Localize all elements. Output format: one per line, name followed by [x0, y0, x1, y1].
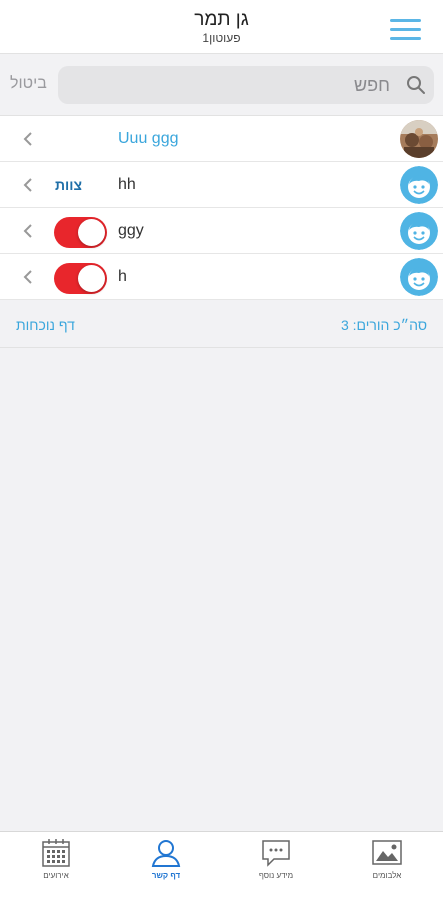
cancel-button[interactable]: ביטול — [10, 75, 47, 93]
header-titles: גן תמר פעוטון1 — [0, 9, 443, 45]
chevron-left-icon[interactable] — [22, 268, 34, 286]
page-subtitle: פעוטון1 — [202, 31, 241, 45]
child-face-icon — [400, 166, 438, 204]
list-item[interactable]: h — [0, 254, 443, 300]
person-icon — [151, 840, 181, 867]
hamburger-menu-icon[interactable] — [390, 19, 421, 41]
contact-name: ggy — [118, 222, 144, 239]
tab-label: דף קשר — [151, 871, 181, 880]
search-bar: ביטול — [0, 54, 443, 116]
child-face-icon — [400, 258, 438, 296]
approval-toggle[interactable] — [54, 217, 107, 248]
contact-name: h — [118, 268, 127, 285]
tab-events[interactable]: אירועים — [16, 838, 96, 880]
chat-icon — [262, 840, 290, 867]
page-title: גן תמר — [194, 9, 249, 30]
tab-label: מידע נוסף — [258, 871, 294, 880]
contact-name[interactable]: Uuu ggg — [118, 130, 179, 148]
tab-more-info[interactable]: מידע נוסף — [236, 838, 316, 880]
tab-label: אלבומים — [372, 871, 402, 880]
tab-contact-page[interactable]: דף קשר — [126, 838, 206, 880]
chevron-left-icon[interactable] — [22, 176, 34, 194]
search-icon — [407, 76, 425, 94]
tab-label: אירועים — [43, 871, 69, 880]
bottom-tab-bar: אלבומים מידע נוסף דף קשר אירועים — [0, 831, 443, 900]
attendance-link[interactable]: דף נוכחות — [16, 317, 75, 333]
staff-tag: צוות — [55, 177, 83, 193]
chevron-left-icon[interactable] — [22, 222, 34, 240]
photo-avatar — [400, 120, 438, 158]
approval-toggle[interactable] — [54, 263, 107, 294]
search-input[interactable] — [58, 66, 398, 104]
list-item[interactable]: hh צוות — [0, 162, 443, 208]
child-face-icon — [400, 212, 438, 250]
list-item[interactable]: Uuu ggg — [0, 116, 443, 162]
contact-name: hh — [118, 176, 136, 193]
tab-albums[interactable]: אלבומים — [347, 838, 427, 880]
parents-total: סה״כ הורים: 3 — [340, 317, 427, 333]
list-item[interactable]: ggy — [0, 208, 443, 254]
chevron-left-icon[interactable] — [22, 130, 34, 148]
contact-list: Uuu ggg hh צוות ggy h — [0, 116, 443, 300]
search-box[interactable] — [58, 66, 434, 104]
image-icon — [372, 840, 402, 865]
calendar-icon — [42, 839, 70, 867]
header-bar: גן תמר פעוטון1 — [0, 0, 443, 54]
summary-row: סה״כ הורים: 3 דף נוכחות — [0, 302, 443, 348]
